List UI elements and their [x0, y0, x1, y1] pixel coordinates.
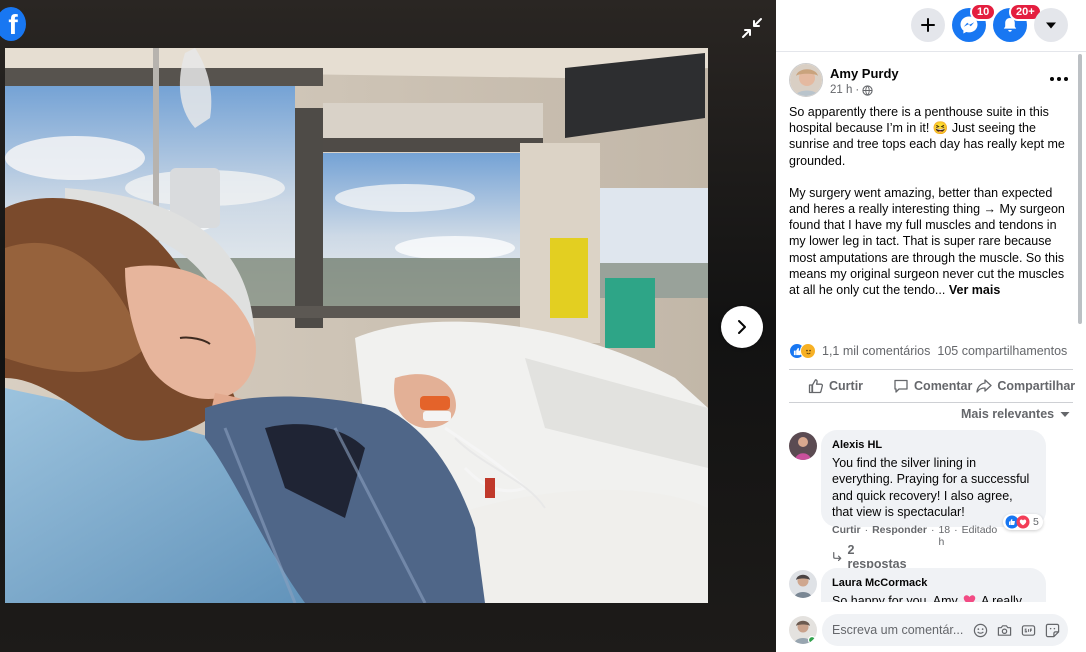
comments-count[interactable]: 1,1 mil comentários — [822, 344, 930, 358]
caret-down-icon — [1060, 412, 1070, 417]
thumbs-up-icon — [808, 379, 824, 394]
comment-composer: Escreva um comentár... — [776, 602, 1086, 652]
messenger-button[interactable]: 10 — [952, 3, 997, 42]
scrollbar-thumb[interactable] — [1078, 54, 1082, 324]
comment-label: Comentar — [914, 379, 973, 393]
next-photo-button[interactable] — [721, 306, 763, 348]
globe-icon — [862, 84, 873, 96]
post-paragraph-2: My surgery went amazing, better than exp… — [789, 185, 1065, 298]
share-button[interactable]: Compartilhar — [976, 370, 1075, 402]
post-header: Amy Purdy 21 h · — [789, 63, 1079, 103]
care-reaction-icon — [800, 343, 816, 359]
post-photo — [5, 48, 708, 603]
reaction-icons[interactable] — [789, 343, 816, 359]
notifications-button[interactable]: 20+ — [993, 3, 1042, 42]
replies-count: 2 respostas — [847, 543, 907, 571]
comment-sort-dropdown[interactable]: Mais relevantes — [961, 407, 1070, 421]
comment-edited-label: Editado — [961, 524, 998, 536]
love-reaction-icon — [1016, 515, 1030, 529]
post-panel: Amy Purdy 21 h · So apparently there is … — [776, 52, 1086, 652]
commenter-name[interactable]: Laura McCormack — [832, 575, 1035, 591]
top-bar: 10 20+ — [776, 0, 1086, 52]
view-replies-link[interactable]: 2 respostas — [832, 543, 908, 571]
post-time[interactable]: 21 h — [830, 84, 852, 96]
create-button[interactable] — [911, 8, 945, 42]
camera-icon[interactable] — [996, 622, 1012, 638]
post-actions: Curtir Comentar Compartilhar — [789, 369, 1075, 403]
engagement-counts: 1,1 mil comentários 105 compartilhamento… — [789, 342, 1073, 360]
comment-bubble: Alexis HL You find the silver lining in … — [821, 430, 1046, 528]
comment-text: You find the silver lining in everything… — [832, 456, 1030, 519]
share-label: Compartilhar — [997, 379, 1076, 393]
chevron-right-icon — [738, 320, 746, 334]
comment-reactions[interactable]: 5 — [1003, 514, 1043, 530]
caret-down-icon — [1046, 22, 1056, 29]
sticker-icon[interactable] — [1044, 622, 1060, 638]
comment-time[interactable]: 18 h — [938, 524, 950, 548]
shares-count[interactable]: 105 compartilhamentos — [937, 344, 1067, 358]
post-paragraph-1: So apparently there is a penthouse suite… — [789, 105, 1065, 168]
post-text: So apparently there is a penthouse suite… — [789, 104, 1073, 298]
post-meta: 21 h · — [830, 84, 873, 96]
comment-icon — [894, 379, 908, 393]
post-options-icon[interactable] — [1045, 69, 1073, 89]
like-label: Curtir — [829, 379, 864, 393]
comment-input-placeholder: Escreva um comentár... — [832, 623, 964, 637]
sort-label: Mais relevantes — [961, 407, 1055, 421]
reply-arrow-icon — [833, 552, 842, 562]
see-more-link[interactable]: Ver mais — [949, 283, 1000, 297]
commenter-avatar[interactable] — [789, 570, 817, 598]
comment-button[interactable]: Comentar — [893, 370, 972, 402]
composer-icons — [972, 622, 1060, 638]
facebook-logo[interactable]: f — [0, 7, 26, 41]
gif-icon[interactable] — [1020, 622, 1036, 638]
like-button[interactable]: Curtir — [808, 370, 863, 402]
messenger-badge: 10 — [970, 3, 997, 21]
reaction-count: 5 — [1033, 516, 1039, 528]
collapse-icon[interactable] — [740, 16, 764, 40]
share-icon — [976, 379, 993, 393]
author-avatar[interactable] — [789, 63, 823, 97]
account-menu-button[interactable] — [1034, 8, 1068, 42]
commenter-avatar[interactable] — [789, 432, 817, 460]
comments-scrollbar[interactable] — [1077, 52, 1083, 652]
author-name[interactable]: Amy Purdy — [830, 66, 899, 81]
current-user-avatar[interactable] — [789, 616, 817, 644]
plus-icon — [921, 18, 935, 32]
commenter-name[interactable]: Alexis HL — [832, 437, 1035, 453]
photo-viewer: f — [0, 0, 776, 652]
emoji-icon[interactable] — [972, 622, 988, 638]
